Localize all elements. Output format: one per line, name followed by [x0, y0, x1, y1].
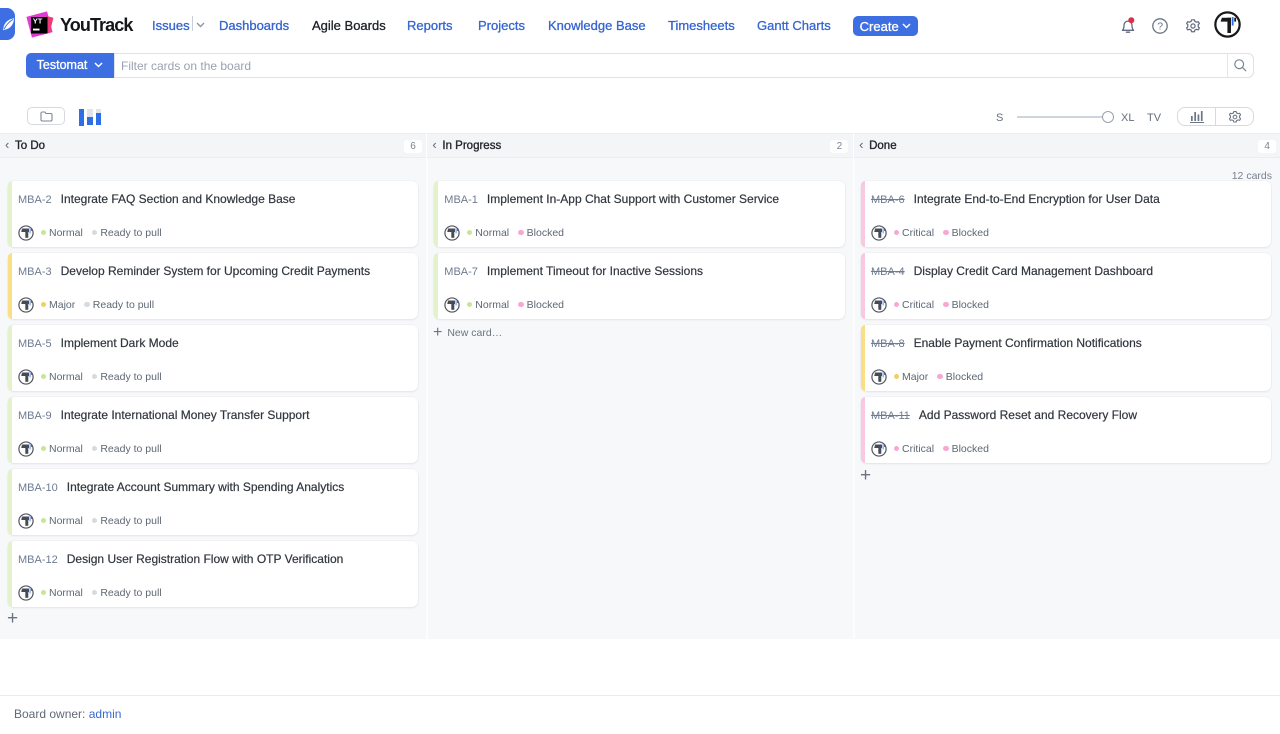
svg-text:?: ?: [1157, 21, 1163, 33]
svg-text:YT: YT: [33, 17, 43, 26]
